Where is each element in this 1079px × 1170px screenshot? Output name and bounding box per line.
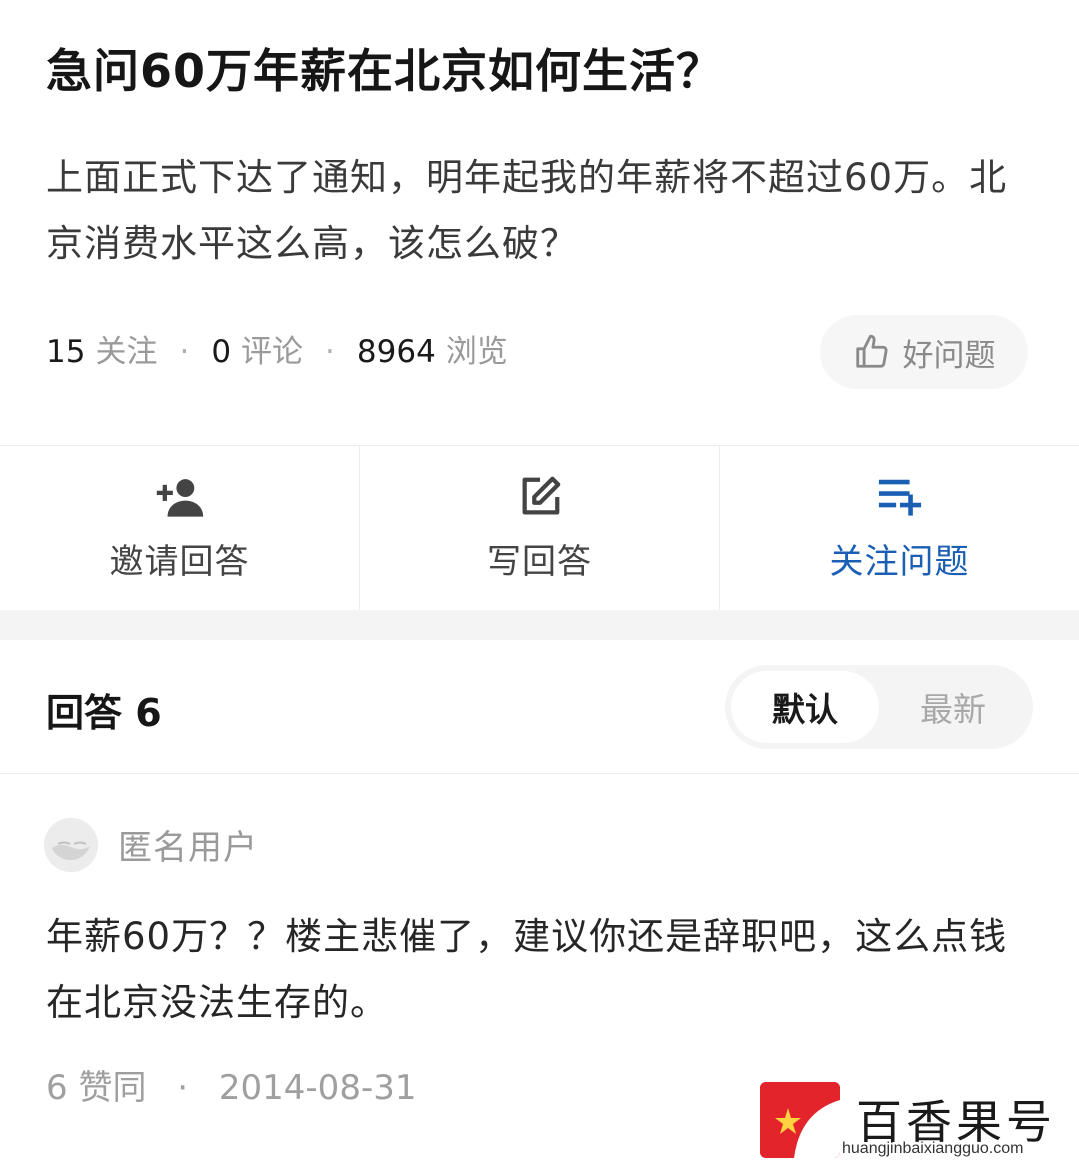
action-bar: 邀请回答 写回答 关注问题	[0, 445, 1079, 611]
follow-question-label: 关注问题	[829, 541, 970, 582]
agree-count: 6 赞同	[46, 1068, 147, 1108]
comments-count: 0	[211, 334, 232, 370]
avatar[interactable]	[44, 818, 98, 872]
good-question-button[interactable]: 好问题	[820, 315, 1028, 389]
answers-title: 回答 6	[46, 691, 162, 735]
good-question-label: 好问题	[902, 337, 996, 374]
followers-count: 15	[46, 334, 86, 370]
watermark-logo	[760, 1082, 840, 1158]
question-stats: 15 关注 · 0 评论 · 8964 浏览	[46, 330, 508, 374]
stats-separator: ·	[179, 334, 190, 370]
thumbs-up-icon	[855, 334, 888, 368]
answers-header: 回答 6 默认 最新	[0, 640, 1079, 774]
answer-body[interactable]: 年薪60万？？楼主悲催了，建议你还是辞职吧，这么点钱在北京没法生存的。	[46, 904, 1036, 1036]
meta-separator: ·	[177, 1068, 189, 1108]
comments-label[interactable]: 评论	[241, 330, 303, 374]
question-body: 上面正式下达了通知，明年起我的年薪将不超过60万。北京消费水平这么高，该怎么破？	[46, 156, 1008, 265]
write-answer-button[interactable]: 写回答	[360, 446, 720, 610]
views-count: 8964	[356, 334, 436, 370]
question-title: 急问60万年薪在北京如何生活？	[46, 44, 724, 98]
edit-icon	[522, 476, 560, 514]
add-person-icon	[156, 478, 203, 517]
author-name[interactable]: 匿名用户	[118, 820, 258, 869]
watermark-url: huangjinbaixiangguo.com	[842, 1140, 1024, 1157]
sort-latest-tab[interactable]: 最新	[879, 671, 1027, 743]
follow-question-button[interactable]: 关注问题	[720, 446, 1079, 610]
section-divider	[0, 610, 1079, 640]
star-logo-icon	[760, 1082, 840, 1158]
sort-toggle: 默认 最新	[725, 665, 1033, 749]
watermark: 百香果号 huangjinbaixiangguo.com	[760, 1082, 1060, 1162]
write-answer-label: 写回答	[487, 541, 592, 582]
sort-default-tab[interactable]: 默认	[731, 671, 879, 743]
views-label: 浏览	[445, 334, 508, 370]
anonymous-avatar-icon	[44, 818, 98, 872]
invite-answer-label: 邀请回答	[109, 541, 250, 582]
followers-label: 关注	[95, 334, 158, 370]
question-section: 急问60万年薪在北京如何生活？ 上面正式下达了通知，明年起我的年薪将不超过60万…	[0, 0, 1079, 445]
list-add-icon	[878, 479, 921, 516]
stats-separator: ·	[325, 334, 335, 370]
answer-meta: 6 赞同 · 2014-08-31	[46, 1060, 416, 1109]
invite-answer-button[interactable]: 邀请回答	[0, 446, 360, 610]
answer-date: 2014-08-31	[218, 1068, 417, 1108]
